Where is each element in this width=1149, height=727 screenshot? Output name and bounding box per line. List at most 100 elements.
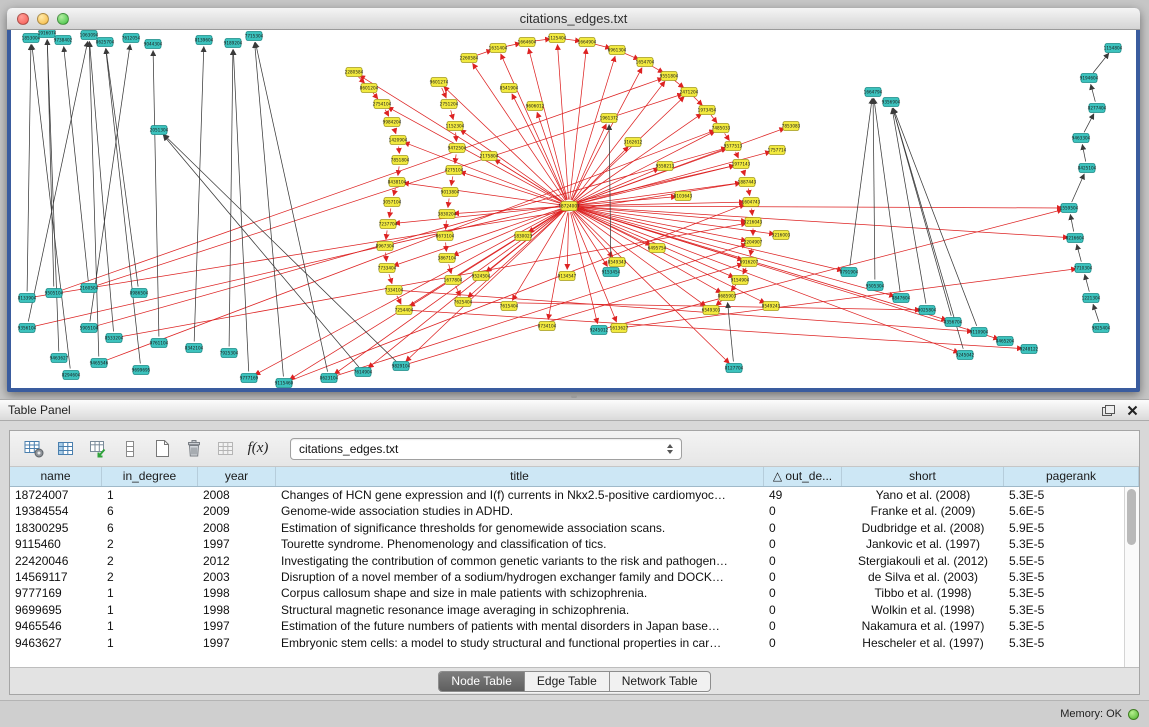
- graph-node[interactable]: 1757714: [768, 146, 787, 155]
- table-row[interactable]: 1872400712008Changes of HCN gene express…: [10, 487, 1139, 503]
- graph-node[interactable]: 1420904: [389, 136, 408, 145]
- graph-node[interactable]: 3216003: [772, 231, 791, 240]
- graph-node[interactable]: 2754104: [373, 100, 392, 109]
- graph-node[interactable]: 1961372: [600, 114, 619, 123]
- graph-node[interactable]: 9110904: [970, 328, 989, 337]
- graph-node[interactable]: 9356104: [18, 324, 37, 333]
- graph-node[interactable]: 9829104: [392, 362, 411, 371]
- graph-node[interactable]: 8791904: [840, 268, 859, 277]
- graph-node[interactable]: 1916074: [38, 30, 57, 38]
- graph-node[interactable]: 1654704: [636, 58, 655, 67]
- minimize-window-button[interactable]: [37, 13, 49, 25]
- graph-node[interactable]: 8673104: [436, 232, 455, 241]
- graph-node[interactable]: 7615404: [500, 302, 519, 311]
- graph-node[interactable]: 2280584: [345, 68, 364, 77]
- graph-node[interactable]: 1664794: [864, 88, 883, 97]
- graph-node[interactable]: 8847604: [892, 294, 911, 303]
- graph-node[interactable]: 9134547: [558, 272, 577, 281]
- table-row[interactable]: 911546021997Tourette syndrome. Phenomeno…: [10, 536, 1139, 552]
- graph-node[interactable]: 9777169: [240, 374, 259, 383]
- import-table-icon[interactable]: [84, 435, 112, 463]
- row-cells-icon[interactable]: [116, 435, 144, 463]
- graph-node[interactable]: 9245012: [590, 326, 609, 335]
- graph-node[interactable]: 7733404: [378, 264, 397, 273]
- graph-node[interactable]: 2471204: [680, 88, 699, 97]
- graph-node[interactable]: 3057104: [383, 198, 402, 207]
- graph-node[interactable]: 1063094: [80, 31, 99, 40]
- graph-node[interactable]: 3867104: [438, 254, 457, 263]
- graph-node[interactable]: 1887443: [738, 178, 757, 187]
- graph-node[interactable]: 8541904: [500, 84, 519, 93]
- graph-node[interactable]: 2175804: [480, 152, 499, 161]
- graph-node[interactable]: 2260584: [460, 54, 479, 63]
- graph-node[interactable]: 2160504: [80, 284, 99, 293]
- column-header[interactable]: title: [276, 467, 764, 486]
- vertical-scrollbar[interactable]: [1124, 487, 1139, 667]
- graph-node[interactable]: 8294604: [62, 371, 81, 380]
- graph-node[interactable]: 8425104: [1078, 164, 1097, 173]
- graph-node[interactable]: 6495754: [648, 244, 667, 253]
- graph-node[interactable]: 8139604: [195, 36, 214, 45]
- graph-node[interactable]: 1152304: [446, 122, 465, 131]
- splitter-handle[interactable]: [571, 395, 577, 398]
- table-row[interactable]: 969969511998Structural magnetic resonanc…: [10, 602, 1139, 618]
- graph-node[interactable]: 8216604: [1066, 234, 1085, 243]
- table-row[interactable]: 1938455462009Genome-wide association stu…: [10, 503, 1139, 519]
- graph-node[interactable]: 9044304: [144, 40, 163, 49]
- graph-node[interactable]: 7625404: [454, 298, 473, 307]
- float-panel-icon[interactable]: [1099, 402, 1117, 418]
- graph-node[interactable]: 9524504: [472, 272, 491, 281]
- graph-node[interactable]: 8342104: [185, 344, 204, 353]
- network-canvas[interactable]: 1853004191607497384021063094862570476120…: [11, 30, 1136, 388]
- graph-node[interactable]: 1125404: [548, 34, 567, 43]
- table-row[interactable]: 977716911998Corpus callosum shape and si…: [10, 585, 1139, 601]
- graph-node[interactable]: 8533204: [105, 334, 124, 343]
- delete-table-icon[interactable]: [180, 435, 208, 463]
- graph-node[interactable]: 8103643: [674, 192, 693, 201]
- graph-node[interactable]: 7612054: [122, 34, 141, 43]
- column-header[interactable]: in_degree: [102, 467, 198, 486]
- graph-node[interactable]: 9472504: [448, 144, 467, 153]
- graph-node[interactable]: 3216043: [744, 218, 763, 227]
- column-header[interactable]: name: [10, 467, 102, 486]
- table-row[interactable]: 946362711997Embryonic stem cells: a mode…: [10, 635, 1139, 651]
- graph-node[interactable]: 2204907: [744, 238, 763, 247]
- tab-network-table[interactable]: Network Table: [610, 672, 710, 691]
- table-row[interactable]: 2242004622012Investigating the contribut…: [10, 553, 1139, 569]
- graph-node[interactable]: 8967304: [376, 242, 395, 251]
- column-chooser-icon[interactable]: [52, 435, 80, 463]
- network-table-select[interactable]: citations_edges.txt: [290, 438, 682, 460]
- graph-node[interactable]: 9115460: [275, 379, 294, 388]
- table-row[interactable]: 1456911722003Disruption of a novel membe…: [10, 569, 1139, 585]
- close-window-button[interactable]: [17, 13, 29, 25]
- graph-node[interactable]: 7925304: [220, 349, 239, 358]
- graph-node[interactable]: 9356904: [882, 98, 901, 107]
- graph-node[interactable]: 1677804: [444, 276, 463, 285]
- graph-node[interactable]: 9505304: [866, 282, 885, 291]
- graph-node[interactable]: 1154804: [1104, 44, 1123, 53]
- graph-node[interactable]: 7710304: [1074, 264, 1093, 273]
- graph-node[interactable]: 7851804: [391, 156, 410, 165]
- graph-node[interactable]: 9463304: [1072, 134, 1091, 143]
- graph-node[interactable]: 8601204: [360, 84, 379, 93]
- graph-node[interactable]: 1973454: [698, 106, 717, 115]
- column-header[interactable]: year: [198, 467, 276, 486]
- graph-node[interactable]: 9025804: [918, 306, 937, 315]
- graph-node[interactable]: 7614904: [354, 368, 373, 377]
- graph-node[interactable]: 3162612: [624, 138, 643, 147]
- graph-node[interactable]: 18724007: [558, 202, 580, 211]
- graph-node[interactable]: 7715304: [245, 32, 264, 41]
- graph-node[interactable]: 6549303: [702, 306, 721, 315]
- graph-node[interactable]: 1664604: [518, 38, 537, 47]
- graph-node[interactable]: 1664904: [578, 38, 597, 47]
- graph-node[interactable]: 8549243: [762, 302, 781, 311]
- graph-node[interactable]: 1613627: [610, 324, 629, 333]
- zoom-window-button[interactable]: [57, 13, 69, 25]
- graph-node[interactable]: 9154904: [731, 276, 750, 285]
- graph-node[interactable]: 4275104: [445, 166, 464, 175]
- column-header[interactable]: pagerank: [1004, 467, 1139, 486]
- graph-node[interactable]: 6916207: [740, 258, 759, 267]
- tab-node-table[interactable]: Node Table: [439, 672, 525, 691]
- column-header[interactable]: short: [842, 467, 1004, 486]
- graph-node[interactable]: 1559504: [1060, 204, 1079, 213]
